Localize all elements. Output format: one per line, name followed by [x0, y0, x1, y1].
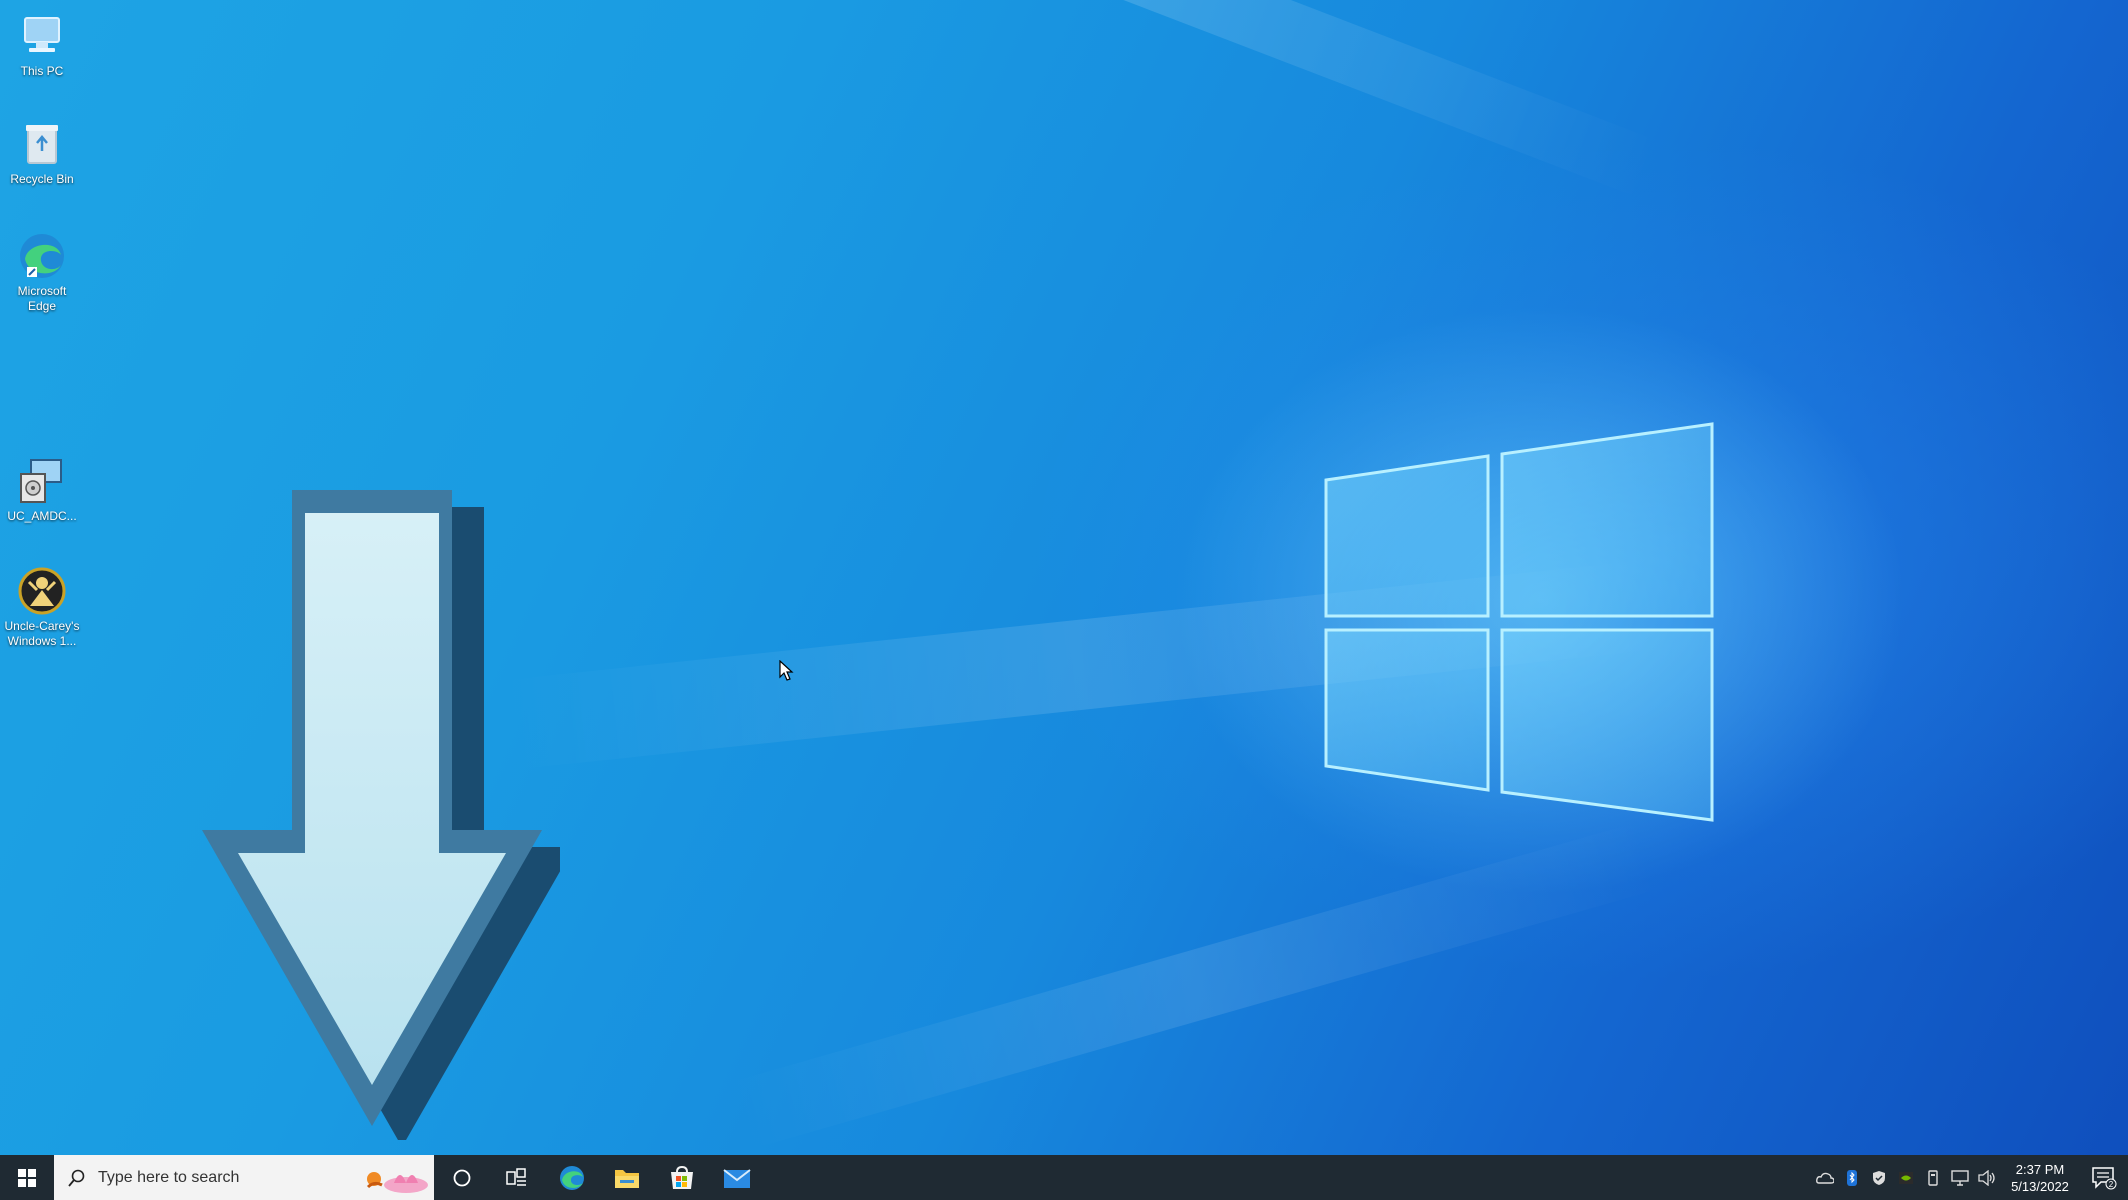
volume-tray-button[interactable]	[1973, 1155, 2000, 1200]
usb-device-icon	[1927, 1169, 1938, 1186]
taskbar-edge-button[interactable]	[544, 1155, 599, 1200]
search-icon	[68, 1169, 85, 1187]
nvidia-icon	[1898, 1171, 1913, 1184]
mail-button[interactable]	[709, 1155, 764, 1200]
store-button[interactable]	[654, 1155, 709, 1200]
network-icon	[1950, 1169, 1969, 1186]
file-explorer-button[interactable]	[599, 1155, 654, 1200]
down-arrow-overlay	[202, 490, 560, 1140]
installer-icon	[16, 455, 68, 507]
onedrive-tray-button[interactable]	[1811, 1155, 1838, 1200]
this-pc-icon	[16, 10, 68, 62]
desktop-icon-label: This PC	[20, 64, 64, 78]
taskbar-clock[interactable]: 2:37 PM 5/13/2022	[2000, 1155, 2080, 1200]
cortana-button[interactable]	[434, 1155, 489, 1200]
light-beam	[727, 821, 1660, 1151]
notification-icon: 2	[2092, 1166, 2117, 1189]
desktop-icon-installer[interactable]: UC_AMDC...	[4, 455, 80, 524]
file-explorer-icon	[614, 1169, 639, 1188]
mail-icon	[722, 1168, 751, 1188]
action-center-button[interactable]: 2	[2080, 1155, 2128, 1200]
desktop-icon-label: Microsoft Edge	[17, 284, 67, 313]
desktop-background: This PC Recycle Bin Microsoft Edge UC_AM…	[0, 0, 2128, 1155]
usb-tray-button[interactable]	[1919, 1155, 1946, 1200]
task-view-button[interactable]	[489, 1155, 544, 1200]
security-tray-button[interactable]	[1865, 1155, 1892, 1200]
onedrive-icon	[1815, 1172, 1834, 1184]
recycle-bin-icon	[16, 118, 68, 170]
desktop-icon-microsoft-edge[interactable]: Microsoft Edge	[4, 230, 80, 314]
taskbar-search-box[interactable]: Type here to search	[54, 1155, 434, 1200]
volume-icon	[1977, 1169, 1995, 1186]
store-icon	[670, 1165, 693, 1189]
search-placeholder: Type here to search	[98, 1168, 240, 1186]
bluetooth-tray-button[interactable]	[1838, 1155, 1865, 1200]
system-tray: 2:37 PM 5/13/2022 2	[1811, 1155, 2128, 1200]
start-button[interactable]	[0, 1155, 54, 1200]
clock-date: 5/13/2022	[2011, 1178, 2069, 1194]
task-view-icon	[505, 1167, 526, 1186]
desktop-icon-label: Uncle-Carey's Windows 1...	[4, 619, 80, 648]
notification-count: 2	[2109, 1180, 2114, 1189]
mouse-cursor-icon	[779, 660, 794, 681]
desktop-icon-recycle-bin[interactable]: Recycle Bin	[4, 118, 80, 187]
edge-icon	[559, 1165, 584, 1190]
taskbar: Type here to search 2:37 PM 5/13/2022 2	[0, 1155, 2128, 1200]
desktop-icon-this-pc[interactable]: This PC	[4, 10, 80, 79]
security-shield-icon	[1872, 1170, 1885, 1185]
edge-icon	[16, 230, 68, 282]
windows-start-icon	[18, 1168, 36, 1187]
desktop-icon-label: UC_AMDC...	[7, 509, 77, 523]
desktop-icon-uncle-carey[interactable]: Uncle-Carey's Windows 1...	[4, 565, 80, 649]
uncle-carey-icon	[16, 565, 68, 617]
windows-logo	[1324, 422, 1714, 822]
cortana-icon	[453, 1169, 470, 1186]
bluetooth-icon	[1846, 1169, 1857, 1186]
search-highlight-lotus-icon	[366, 1172, 428, 1193]
nvidia-tray-button[interactable]	[1892, 1155, 1919, 1200]
desktop-icon-label: Recycle Bin	[10, 172, 74, 186]
network-tray-button[interactable]	[1946, 1155, 1973, 1200]
clock-time: 2:37 PM	[2015, 1161, 2065, 1177]
light-beam	[378, 0, 1661, 199]
